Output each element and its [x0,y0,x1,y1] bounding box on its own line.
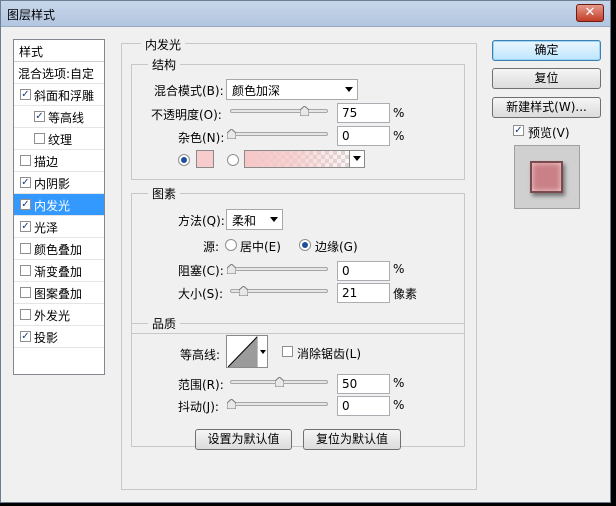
style-item-bevel[interactable]: ✓ 斜面和浮雕 [14,84,104,106]
blend-mode-label: 混合模式(B): [154,84,224,98]
choke-slider-thumb[interactable] [227,264,236,274]
contour-checkbox[interactable]: ✓ [34,111,45,122]
gradient-overlay-checkbox[interactable] [20,265,31,276]
opacity-label: 不透明度(O): [151,108,222,122]
panel-title: 内发光 [141,36,186,53]
size-input[interactable]: 21 [337,283,390,303]
choke-slider[interactable] [227,264,328,274]
source-label: 源: [203,240,220,254]
chevron-down-icon [270,217,278,222]
source-edge-radio[interactable] [299,239,311,251]
color-overlay-checkbox[interactable] [20,243,31,254]
style-list-header[interactable]: 样式 [14,40,104,62]
close-button[interactable]: ✕ [576,4,604,22]
reset-button[interactable]: 复位 [492,68,601,89]
contour-preview-icon [228,336,258,367]
ok-button[interactable]: 确定 [492,40,601,61]
dialog-body: 样式 混合选项:自定 ✓ 斜面和浮雕 ✓ 等高线 纹理 描边 ✓ 内阴影 ✓ 内发光 ✓… [1,27,610,502]
blend-options-item[interactable]: 混合选项:自定 [14,62,104,84]
glow-gradient-picker[interactable] [244,150,365,168]
style-item-gradient-overlay[interactable]: 渐变叠加 [14,260,104,282]
style-item-drop-shadow[interactable]: ✓ 投影 [14,326,104,348]
chevron-down-icon [353,156,361,161]
chevron-down-icon [345,87,353,92]
size-slider-thumb[interactable] [239,286,248,296]
style-item-inner-glow[interactable]: ✓ 内发光 [14,194,104,216]
noise-label: 杂色(N): [178,131,225,145]
style-item-stroke[interactable]: 描边 [14,150,104,172]
method-label: 方法(Q): [178,214,225,228]
style-item-color-overlay[interactable]: 颜色叠加 [14,238,104,260]
outer-glow-checkbox[interactable] [20,309,31,320]
jitter-unit: % [393,398,405,412]
style-list: 样式 混合选项:自定 ✓ 斜面和浮雕 ✓ 等高线 纹理 描边 ✓ 内阴影 ✓ 内发光 ✓… [13,39,105,375]
set-default-button[interactable]: 设置为默认值 [195,429,292,450]
jitter-input[interactable]: 0 [337,396,390,416]
source-center-label: 居中(E) [240,240,281,254]
method-select[interactable]: 柔和 [226,209,283,230]
opacity-slider-thumb[interactable] [300,106,309,116]
contour-label: 等高线: [180,348,221,362]
style-item-texture[interactable]: 纹理 [14,128,104,150]
gradient-dropdown-button[interactable] [349,151,364,167]
noise-slider[interactable] [227,129,328,139]
range-input[interactable]: 50 [337,374,390,394]
style-preview-swatch [530,161,563,193]
layer-style-dialog: 图层样式 ✕ 样式 混合选项:自定 ✓ 斜面和浮雕 ✓ 等高线 纹理 描边 ✓ 内阴影… [0,0,611,503]
style-preview [514,145,580,209]
preview-checkbox[interactable]: ✓ [513,125,524,136]
jitter-slider[interactable] [227,399,328,409]
structure-title: 结构 [148,56,181,73]
window-title: 图层样式 [7,8,56,22]
reset-default-button[interactable]: 复位为默认值 [303,429,401,450]
style-item-pattern-overlay[interactable]: 图案叠加 [14,282,104,304]
noise-unit: % [393,129,405,143]
antialias-label: 消除锯齿(L) [297,347,362,361]
antialias-checkbox[interactable] [282,346,293,357]
opacity-slider[interactable] [230,106,328,116]
chevron-down-icon [260,350,266,354]
blend-mode-select[interactable]: 颜色加深 [226,79,358,100]
source-center-radio[interactable] [225,239,237,251]
glow-color-swatch[interactable] [196,150,214,168]
inner-shadow-checkbox[interactable]: ✓ [20,177,31,188]
inner-glow-checkbox[interactable]: ✓ [20,199,31,210]
jitter-label: 抖动(J): [178,400,219,414]
opacity-input[interactable]: 75 [337,103,390,123]
range-unit: % [393,376,405,390]
texture-checkbox[interactable] [34,133,45,144]
noise-slider-thumb[interactable] [227,129,236,139]
range-slider-thumb[interactable] [275,377,284,387]
preview-label: 预览(V) [528,126,570,140]
contour-picker[interactable] [226,335,268,368]
bevel-checkbox[interactable]: ✓ [20,89,31,100]
solid-color-radio[interactable] [178,154,190,166]
gradient-radio[interactable] [227,154,239,166]
contour-dropdown-button[interactable] [257,336,267,367]
elements-title: 图素 [148,185,181,202]
quality-title: 品质 [148,315,181,332]
opacity-unit: % [393,106,405,120]
stroke-checkbox[interactable] [20,155,31,166]
title-bar[interactable]: 图层样式 ✕ [1,1,610,27]
range-label: 范围(R): [178,378,224,392]
style-item-inner-shadow[interactable]: ✓ 内阴影 [14,172,104,194]
new-style-button[interactable]: 新建样式(W)... [492,97,601,118]
size-label: 大小(S): [178,287,224,301]
jitter-slider-thumb[interactable] [227,399,236,409]
satin-checkbox[interactable]: ✓ [20,221,31,232]
style-item-contour[interactable]: ✓ 等高线 [14,106,104,128]
choke-unit: % [393,262,405,276]
noise-input[interactable]: 0 [337,126,390,146]
drop-shadow-checkbox[interactable]: ✓ [20,331,31,342]
source-edge-label: 边缘(G) [315,240,358,254]
choke-input[interactable]: 0 [337,261,390,281]
pattern-overlay-checkbox[interactable] [20,287,31,298]
size-unit: 像素 [393,287,418,301]
range-slider[interactable] [230,377,328,387]
choke-label: 阻塞(C): [178,264,224,278]
size-slider[interactable] [230,286,328,296]
style-item-satin[interactable]: ✓ 光泽 [14,216,104,238]
style-item-outer-glow[interactable]: 外发光 [14,304,104,326]
